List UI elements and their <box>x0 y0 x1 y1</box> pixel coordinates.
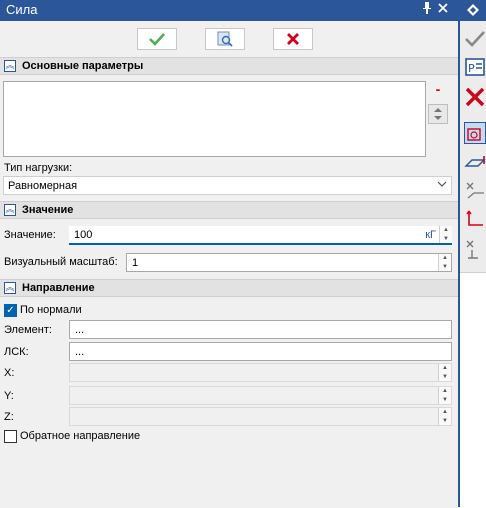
value-spinner[interactable]: ▲ ▼ <box>439 226 452 243</box>
scale-spinner[interactable]: ▲ ▼ <box>438 254 451 271</box>
value-label: Значение: <box>4 229 56 241</box>
remove-item-button[interactable]: - <box>430 82 446 98</box>
value-input[interactable]: 100 кГ ▲ ▼ <box>69 226 452 245</box>
y-spinner: ▲ ▼ <box>438 387 451 404</box>
element-label: Элемент: <box>4 324 52 336</box>
section-direction-title: Направление <box>22 282 95 294</box>
lcs-value: ... <box>75 346 85 358</box>
properties-icon[interactable]: P <box>464 56 486 78</box>
z-input: ▲ ▼ <box>69 407 452 426</box>
lcs-label: ЛСК: <box>4 346 29 358</box>
value-unit: кГ <box>425 229 436 241</box>
load-type-select[interactable]: Равномерная <box>3 176 452 195</box>
z-spinner: ▲ ▼ <box>438 408 451 425</box>
check-icon <box>149 33 165 46</box>
x-input: ▲ ▼ <box>69 363 452 382</box>
section-value-header[interactable]: ︽ Значение <box>0 201 458 219</box>
z-label: Z: <box>4 411 14 423</box>
x-label: X: <box>4 367 15 379</box>
pin-icon[interactable] <box>422 2 432 17</box>
force-panel: Сила ︽ Основные параметры - Тип нагрузки… <box>0 0 458 507</box>
scale-input[interactable]: 1 ▲ ▼ <box>126 253 452 272</box>
scale-label: Визуальный масштаб: <box>4 256 118 268</box>
close-icon[interactable] <box>438 2 448 16</box>
load-type-label: Тип нагрузки: <box>4 162 73 174</box>
apply-icon[interactable] <box>464 28 486 50</box>
reverse-label: Обратное направление <box>20 430 141 442</box>
svg-text:P: P <box>468 62 475 75</box>
point-load-icon[interactable] <box>464 180 486 202</box>
reverse-checkbox[interactable] <box>4 430 17 443</box>
strip-header <box>460 0 486 21</box>
element-field[interactable]: ... <box>69 320 452 339</box>
section-main-header[interactable]: ︽ Основные параметры <box>0 57 458 75</box>
viewport-edge <box>460 272 486 508</box>
x-spinner: ▲ ▼ <box>438 364 451 381</box>
preview-button[interactable] <box>205 28 245 50</box>
value-input-text: 100 <box>74 229 93 241</box>
collapse-icon[interactable]: ︽ <box>4 60 16 72</box>
normal-checkbox[interactable]: ✓ <box>4 304 17 317</box>
ok-button[interactable] <box>137 28 177 50</box>
axes-icon[interactable] <box>464 208 486 230</box>
delete-icon[interactable] <box>464 86 486 108</box>
preview-icon <box>217 31 233 47</box>
section-direction-header[interactable]: ︽ Направление <box>0 279 458 297</box>
section-main-title: Основные параметры <box>22 60 144 72</box>
collapse-icon[interactable]: ︽ <box>4 204 16 216</box>
support-icon[interactable] <box>464 238 486 260</box>
collapse-icon[interactable]: ︽ <box>4 282 16 294</box>
loads-list[interactable] <box>3 81 426 157</box>
cancel-button[interactable] <box>273 28 313 50</box>
cancel-x-icon <box>287 33 299 45</box>
y-input: ▲ ▼ <box>69 386 452 405</box>
diamond-icon <box>467 4 479 16</box>
element-value: ... <box>75 324 85 336</box>
move-up-down-icon <box>434 108 442 120</box>
box-view-icon[interactable] <box>464 122 486 144</box>
scale-input-text: 1 <box>132 257 139 269</box>
section-value-title: Значение <box>22 204 74 216</box>
normal-label: По нормали <box>20 304 82 316</box>
right-tool-strip: P <box>458 0 486 508</box>
action-toolbar <box>0 21 458 57</box>
load-type-value: Равномерная <box>8 180 78 192</box>
y-label: Y: <box>4 390 14 402</box>
move-item-button[interactable] <box>428 104 448 124</box>
title-bar: Сила <box>0 0 458 21</box>
chevron-down-icon <box>437 179 447 192</box>
window-title: Сила <box>6 2 38 17</box>
lcs-field[interactable]: ... <box>69 342 452 361</box>
plane-load-icon[interactable] <box>464 152 486 174</box>
